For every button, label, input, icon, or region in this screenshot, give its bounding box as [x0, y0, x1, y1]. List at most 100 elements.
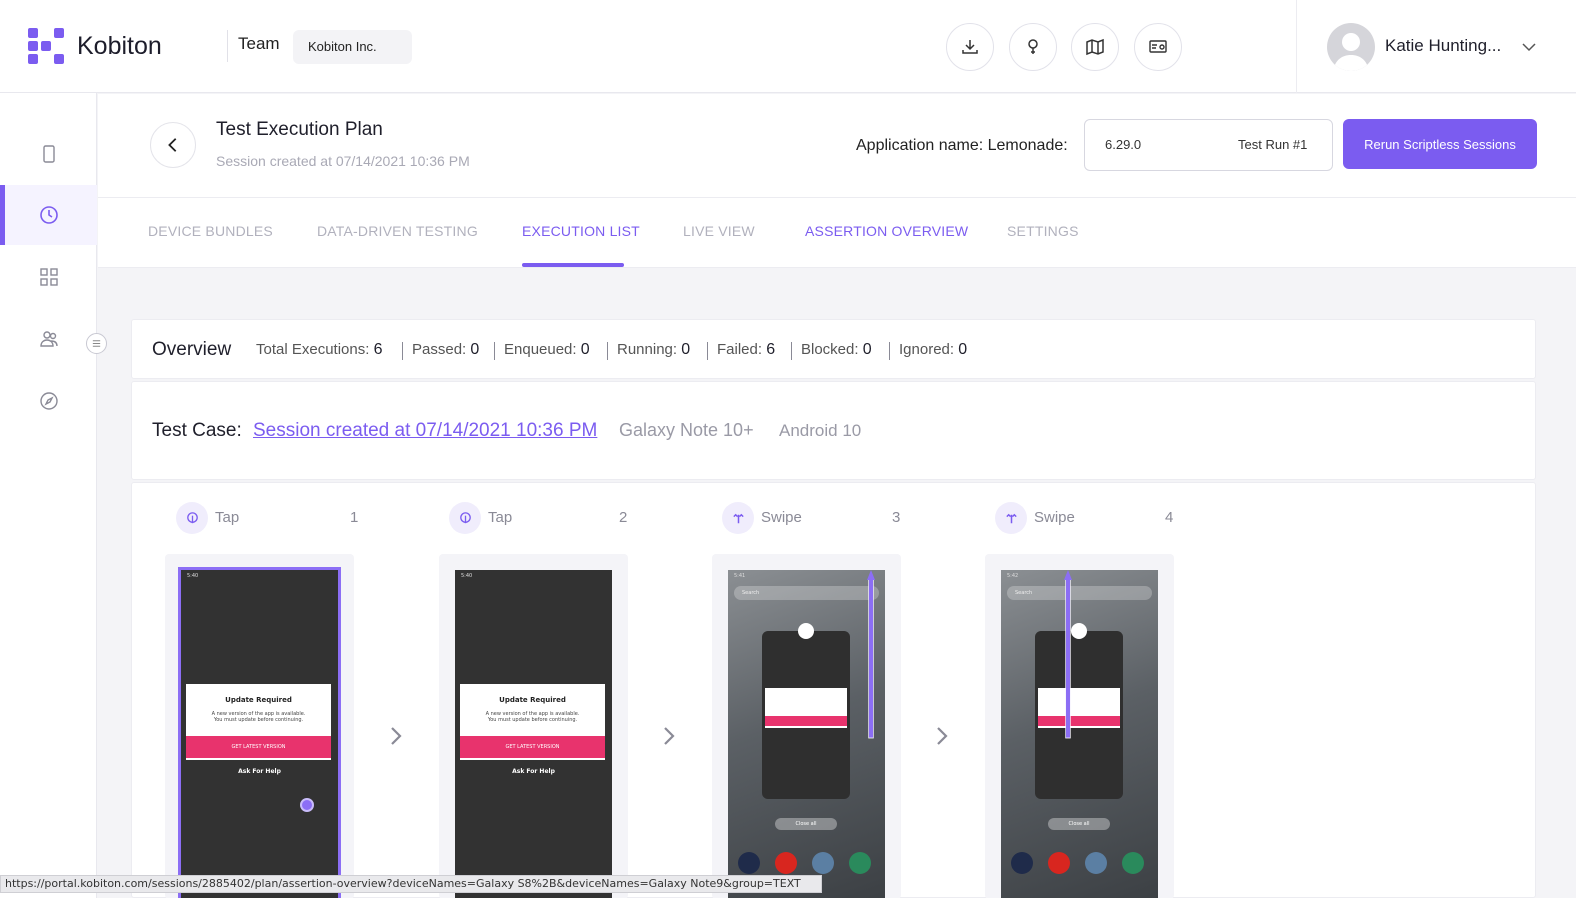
top-header: Kobiton Team Kobiton Inc. Katie Hunting.… [0, 0, 1576, 93]
active-tab-indicator [522, 263, 624, 267]
version-value: 6.29.0 [1105, 137, 1142, 152]
recent-app-card [1035, 623, 1123, 799]
dialog-button: GET LATEST VERSION [186, 736, 331, 758]
divider [402, 342, 403, 360]
device-screenshot[interactable]: 5:42 Search Close all [1001, 570, 1158, 898]
tab-device-bundles[interactable]: DEVICE BUNDLES [148, 223, 273, 239]
stat-blocked: Blocked: 0 [801, 341, 872, 358]
tab-execution-list[interactable]: EXECUTION LIST [522, 223, 640, 239]
tap-icon [449, 502, 481, 534]
stat-total-executions: Total Executions: 6 [256, 341, 383, 358]
swipe-icon [722, 502, 754, 534]
status-time: 5:42 [1007, 573, 1019, 579]
tab-data-driven-testing[interactable]: DATA-DRIVEN TESTING [317, 223, 478, 239]
mini-dialog-button [765, 716, 847, 726]
os-version: Android 10 [779, 421, 862, 440]
search-bar: Search [1007, 586, 1152, 600]
update-dialog: Update Required A new version of the app… [186, 684, 331, 760]
divider [227, 30, 228, 62]
tap-icon [176, 502, 208, 534]
chevron-down-icon[interactable] [1520, 38, 1538, 56]
compass-icon [39, 392, 58, 410]
swipe-icon [995, 502, 1027, 534]
page-subtitle: Session created at 07/14/2021 10:36 PM [216, 153, 470, 169]
dialog-body: A new version of the app is available. Yo… [211, 711, 306, 723]
kobiton-logo[interactable]: Kobiton [28, 28, 162, 64]
tab-bar: DEVICE BUNDLES DATA-DRIVEN TESTING EXECU… [98, 198, 1576, 268]
status-time: 5:40 [461, 573, 473, 579]
step-header: Tap 1 [176, 502, 361, 536]
user-name[interactable]: Katie Hunting... [1385, 36, 1501, 56]
test-case-label: Test Case: [152, 420, 242, 441]
device-screenshot[interactable]: 5:40 Update Required A new version of th… [455, 570, 612, 898]
divider [1296, 0, 1297, 93]
step-action: Swipe [761, 509, 802, 526]
help-button[interactable] [1009, 23, 1057, 71]
step-action: Tap [215, 509, 240, 526]
rerun-scriptless-sessions-button[interactable]: Rerun Scriptless Sessions [1343, 119, 1537, 169]
device-icon [42, 145, 55, 163]
app-icon [1071, 623, 1087, 639]
step-screenshot-card[interactable]: 5:41 Search Close all [712, 554, 901, 898]
map-icon [1086, 38, 1104, 56]
overview-title: Overview [152, 339, 232, 360]
app-dock [738, 852, 875, 874]
chevron-left-icon [168, 138, 177, 152]
status-time: 5:41 [734, 573, 746, 579]
close-all-button: Close all [775, 818, 837, 830]
step-number: 4 [1165, 509, 1174, 526]
step-screenshot-card[interactable]: 5:40 Update Required A new version of th… [439, 554, 628, 898]
tab-settings[interactable]: SETTINGS [1007, 223, 1079, 239]
divider [607, 342, 608, 360]
stat-enqueued: Enqueued: 0 [504, 341, 590, 358]
step-screenshot-card[interactable]: 5:40 Update Required A new version of th… [165, 554, 354, 898]
help-icon [1028, 39, 1038, 54]
chevron-right-icon [664, 727, 675, 745]
page-header: Test Execution Plan Session created at 0… [98, 94, 1576, 198]
status-time: 5:40 [187, 573, 199, 579]
swipe-arrow [867, 570, 875, 739]
tap-indicator [300, 798, 314, 812]
team-selector[interactable]: Kobiton Inc. [293, 30, 412, 64]
dialog-title: Update Required [225, 696, 292, 704]
page-title: Test Execution Plan [216, 119, 383, 140]
api-settings-icon [1149, 40, 1167, 53]
clock-icon [39, 206, 58, 224]
map-button[interactable] [1071, 23, 1119, 71]
stat-running: Running: 0 [617, 341, 691, 358]
update-dialog: Update Required A new version of the app… [460, 684, 605, 760]
device-screenshot[interactable]: 5:41 Search Close all [728, 570, 885, 898]
version-run-select[interactable]: 6.29.0 Test Run #1 [1084, 119, 1333, 171]
sidebar-item-explore[interactable] [0, 371, 97, 431]
stat-ignored: Ignored: 0 [899, 341, 968, 358]
stat-passed: Passed: 0 [412, 341, 480, 358]
menu-icon [92, 340, 101, 347]
download-button[interactable] [946, 23, 994, 71]
sidebar-item-history[interactable] [0, 185, 97, 245]
api-settings-button[interactable] [1134, 23, 1182, 71]
avatar[interactable] [1327, 23, 1375, 71]
recent-app-card [762, 623, 850, 799]
tab-live-view[interactable]: LIVE VIEW [683, 223, 755, 239]
mini-dialog-button [1038, 716, 1120, 726]
test-case-card: Test Case: Session created at 07/14/2021… [131, 381, 1536, 480]
close-all-button: Close all [1048, 818, 1110, 830]
grid-icon [39, 268, 58, 286]
chevron-right-icon [391, 727, 402, 745]
tab-assertion-overview[interactable]: ASSERTION OVERVIEW [805, 223, 968, 239]
sidebar-item-devices[interactable] [0, 124, 97, 184]
collapse-sidebar-button[interactable] [86, 333, 107, 354]
device-screenshot[interactable]: 5:40 Update Required A new version of th… [178, 567, 341, 898]
sidebar-item-apps[interactable] [0, 247, 97, 307]
team-label: Team [238, 34, 280, 53]
back-button[interactable] [150, 122, 196, 168]
download-icon [962, 40, 978, 54]
swipe-arrow [1064, 570, 1072, 739]
device-name: Galaxy Note 10+ [619, 420, 754, 440]
divider [791, 342, 792, 360]
step-screenshot-card[interactable]: 5:42 Search Close all [985, 554, 1174, 898]
test-case-link[interactable]: Session created at 07/14/2021 10:36 PM [253, 420, 597, 442]
sidebar-item-team[interactable] [0, 309, 97, 369]
kobiton-logo-mark [28, 28, 64, 64]
divider [494, 342, 495, 360]
